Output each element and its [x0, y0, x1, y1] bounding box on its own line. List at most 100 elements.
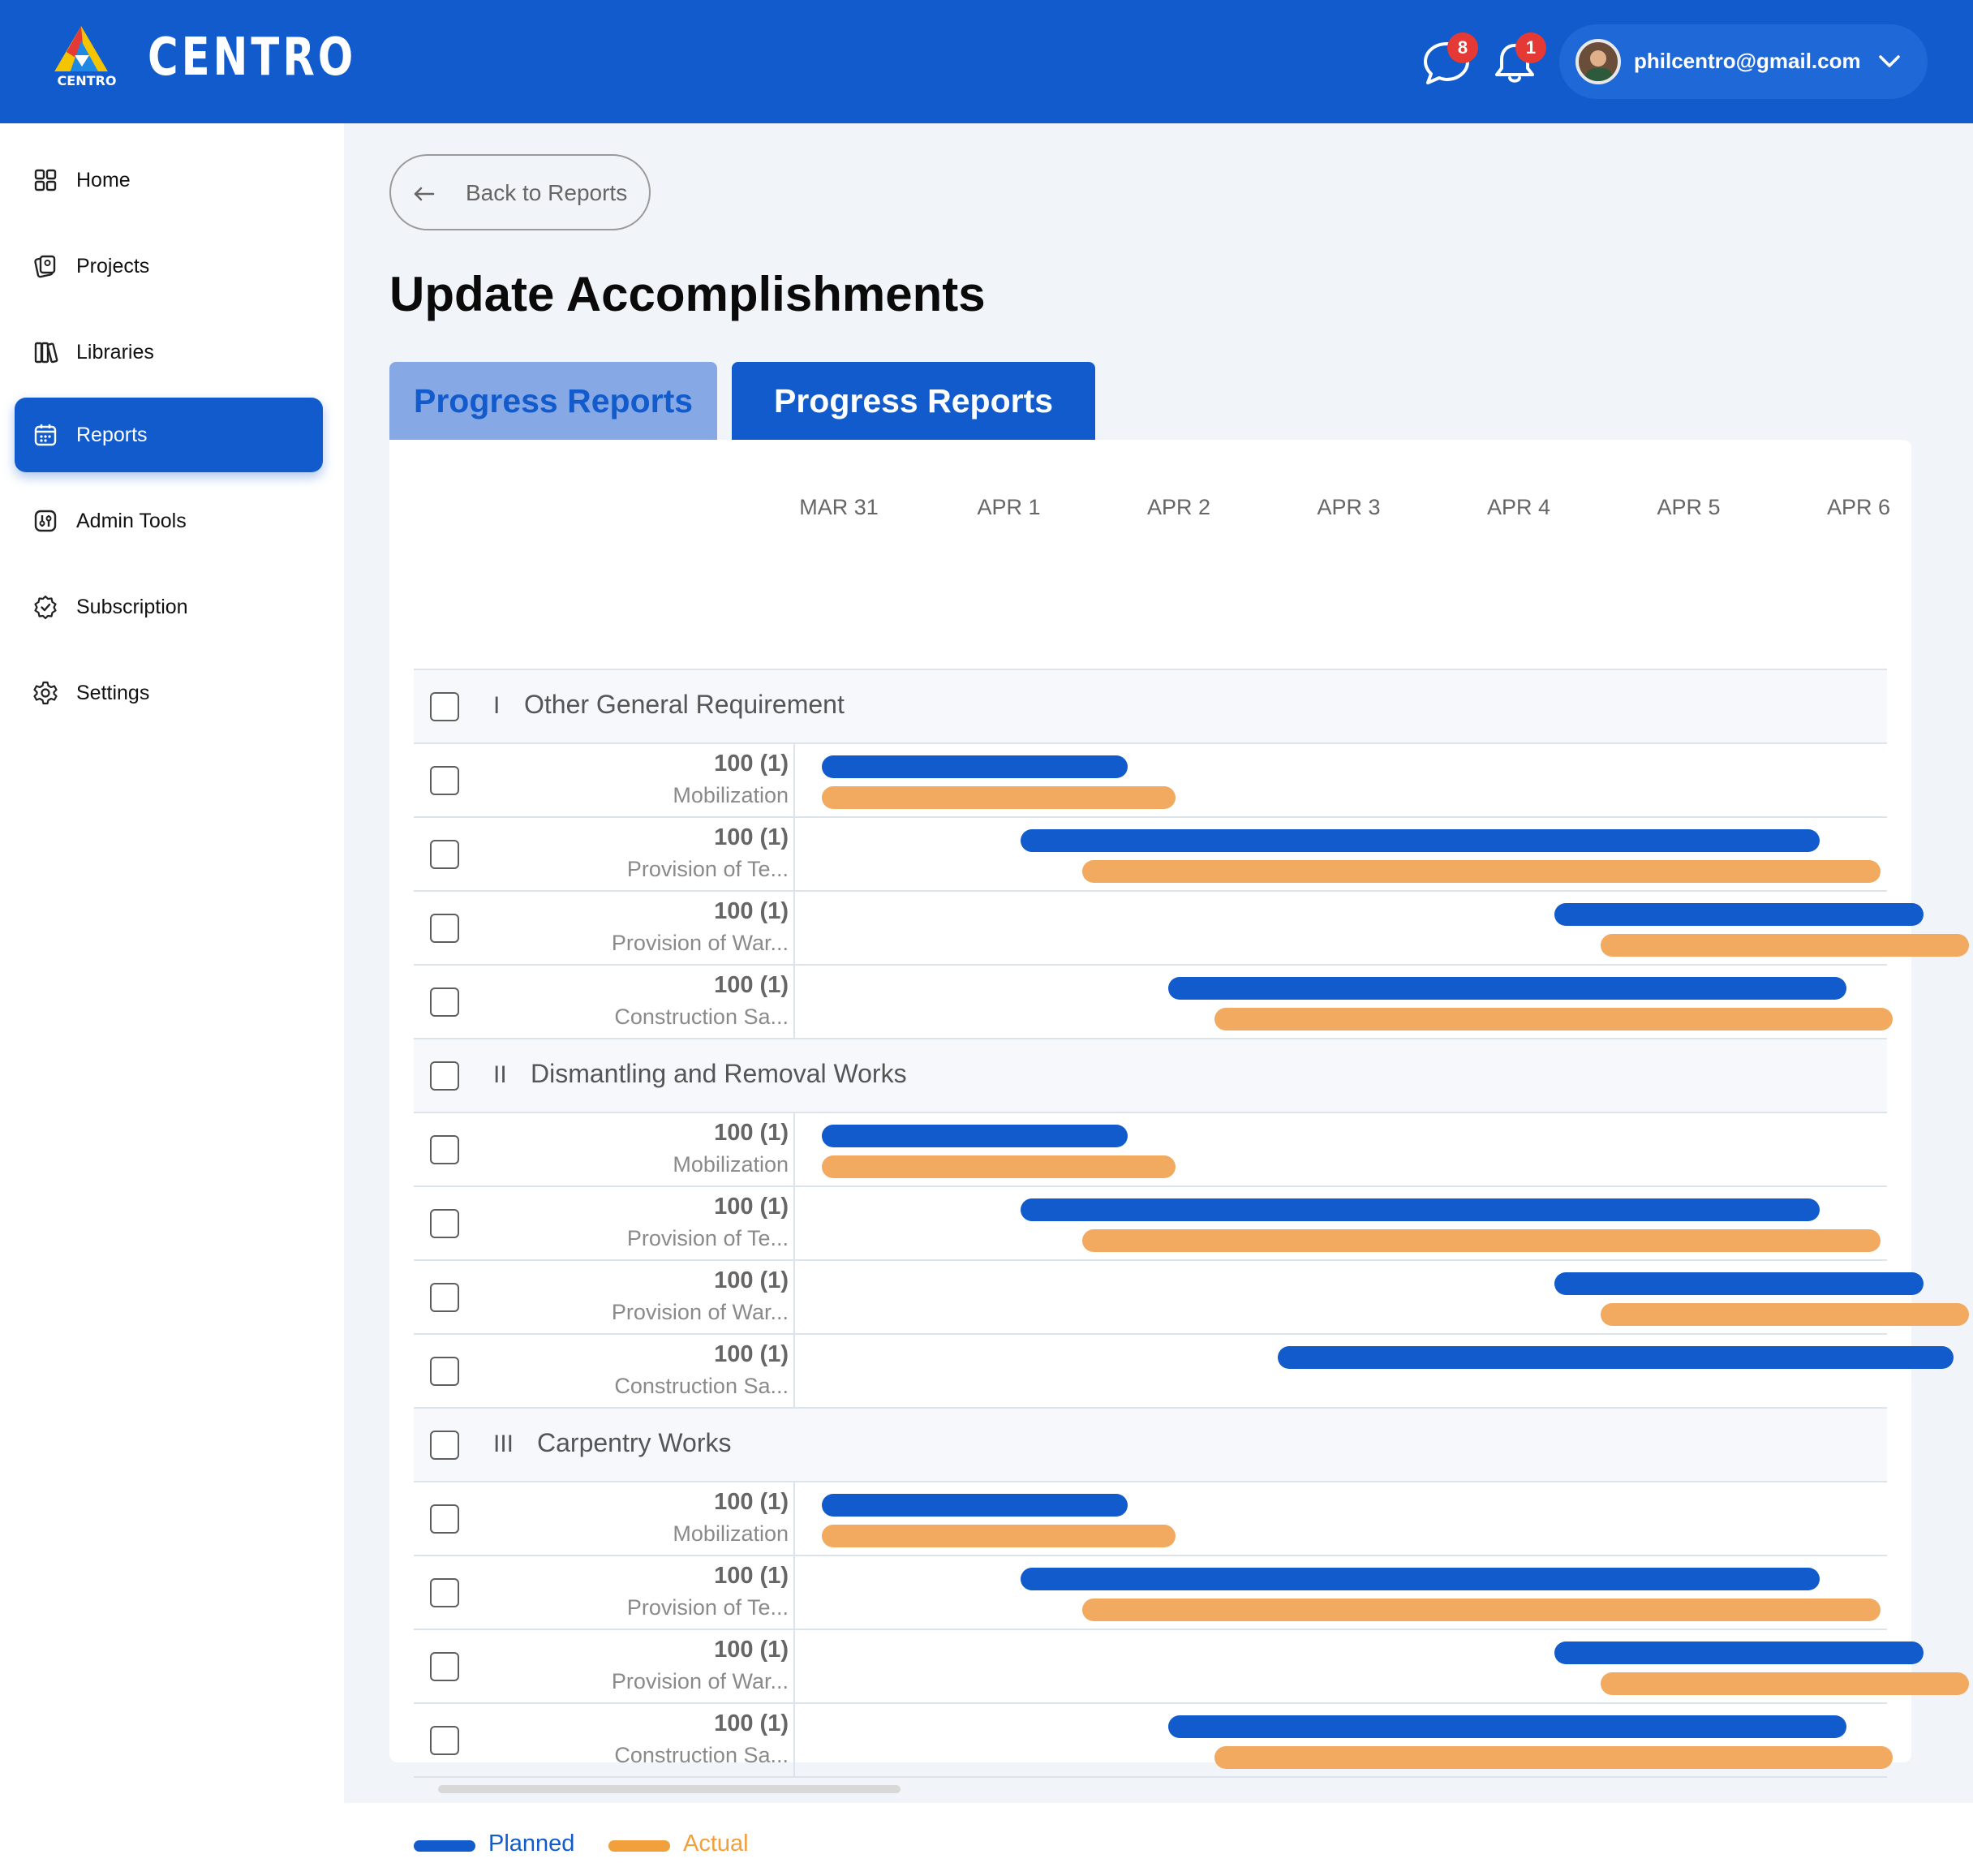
planned-bar	[1021, 829, 1820, 852]
actual-bar	[1214, 1008, 1893, 1031]
actual-bar	[1600, 934, 1970, 957]
task-column-divider	[793, 1482, 795, 1555]
centro-logo[interactable]: CENTRO	[42, 23, 131, 96]
group-checkbox[interactable]	[430, 692, 459, 721]
actual-bar	[822, 1525, 1176, 1547]
legend-actual-swatch	[608, 1840, 670, 1852]
brand-name: CENTRO	[148, 28, 357, 88]
sidebar-item-reports[interactable]: Reports	[15, 398, 323, 472]
planned-bar	[1168, 977, 1847, 1000]
actual-bar	[1600, 1303, 1970, 1326]
row-divider	[414, 1481, 1887, 1482]
task-checkbox[interactable]	[430, 1135, 459, 1164]
actual-bar	[1214, 1746, 1893, 1769]
task-value: 100 (1)	[714, 824, 789, 850]
task-name: Mobilization	[673, 1152, 789, 1177]
task-column-divider	[793, 892, 795, 964]
group-name: Carpentry Works	[537, 1428, 732, 1457]
task-value: 100 (1)	[714, 1637, 789, 1663]
chevron-down-icon	[1879, 55, 1900, 67]
avatar	[1575, 39, 1621, 84]
task-name: Provision of Te...	[626, 1595, 789, 1620]
sidebar-item-subscription[interactable]: Subscription	[15, 570, 323, 644]
task-column-divider	[793, 1187, 795, 1259]
actual-bar	[1081, 860, 1881, 883]
back-to-reports-button[interactable]: Back to Reports	[389, 154, 651, 230]
task-name: Provision of Te...	[626, 857, 789, 881]
task-checkbox[interactable]	[430, 1504, 459, 1534]
task-checkbox[interactable]	[430, 987, 459, 1017]
task-value: 100 (1)	[714, 1194, 789, 1220]
task-value: 100 (1)	[714, 1267, 789, 1293]
task-value: 100 (1)	[714, 1710, 789, 1736]
date-header: APR 6	[1826, 495, 1891, 519]
notifications-badge: 1	[1515, 32, 1546, 63]
sidebar-item-label: Settings	[76, 682, 150, 704]
actual-bar	[1600, 1672, 1970, 1695]
group-name: Other General Requirement	[524, 690, 845, 719]
sidebar-item-home[interactable]: Home	[15, 143, 323, 217]
legend-actual-label: Actual	[683, 1831, 749, 1857]
task-checkbox[interactable]	[430, 1652, 459, 1681]
task-column-divider	[793, 1630, 795, 1702]
planned-bar	[1554, 1272, 1924, 1295]
sidebar-item-libraries[interactable]: Libraries	[15, 315, 323, 389]
back-label: Back to Reports	[466, 180, 628, 205]
sidebar-item-settings[interactable]: Settings	[15, 656, 323, 730]
task-value: 100 (1)	[714, 1489, 789, 1515]
task-checkbox[interactable]	[430, 840, 459, 869]
sidebar-item-admin-tools[interactable]: Admin Tools	[15, 484, 323, 558]
task-name: Mobilization	[673, 1521, 789, 1546]
task-name: Construction Sa...	[614, 1743, 789, 1767]
tab-progress-reports[interactable]: Progress Reports	[389, 362, 717, 440]
task-checkbox[interactable]	[430, 1578, 459, 1607]
messages-button[interactable]: 8	[1418, 32, 1478, 89]
planned-bar	[1021, 1198, 1820, 1221]
sidebar-item-projects[interactable]: Projects	[15, 229, 323, 303]
date-header: APR 3	[1317, 495, 1381, 519]
group-checkbox[interactable]	[430, 1431, 459, 1460]
sidebar-item-label: Reports	[76, 424, 148, 446]
planned-bar	[822, 1125, 1128, 1147]
task-checkbox[interactable]	[430, 1209, 459, 1238]
subscription-icon	[34, 595, 57, 620]
notifications-button[interactable]: 1	[1486, 32, 1546, 89]
user-menu[interactable]: philcentro@gmail.com	[1559, 24, 1928, 99]
task-value: 100 (1)	[714, 1341, 789, 1367]
user-email: philcentro@gmail.com	[1634, 49, 1861, 73]
row-divider	[414, 742, 1887, 744]
row-divider	[414, 1333, 1887, 1335]
task-checkbox[interactable]	[430, 1357, 459, 1386]
task-checkbox[interactable]	[430, 1726, 459, 1755]
task-column-divider	[793, 1261, 795, 1333]
row-divider	[414, 816, 1887, 818]
sidebar-item-label: Subscription	[76, 596, 188, 618]
task-name: Provision of Te...	[626, 1226, 789, 1250]
group-number: III	[493, 1431, 514, 1457]
messages-badge: 8	[1447, 32, 1478, 63]
row-divider	[414, 1629, 1887, 1630]
legend-planned-swatch	[414, 1840, 475, 1852]
logo-text: CENTRO	[58, 73, 117, 88]
task-checkbox[interactable]	[430, 914, 459, 943]
libraries-icon	[34, 342, 58, 364]
task-checkbox[interactable]	[430, 1283, 459, 1312]
task-name: Provision of War...	[611, 1300, 789, 1324]
actual-bar	[822, 1155, 1176, 1178]
gantt-chart-card: Planned Actual MAR 31 APR 1 APR 2 APR 3 APR …	[389, 440, 1970, 1857]
horizontal-scrollbar[interactable]	[438, 1785, 901, 1793]
group-number: I	[493, 692, 501, 719]
task-name: Mobilization	[673, 783, 789, 807]
task-column-divider	[793, 1556, 795, 1629]
task-checkbox[interactable]	[430, 766, 459, 795]
planned-bar	[1168, 1715, 1847, 1738]
actual-bar	[1081, 1598, 1881, 1621]
group-name: Dismantling and Removal Works	[531, 1059, 907, 1088]
date-header: APR 5	[1657, 495, 1721, 519]
group-checkbox[interactable]	[430, 1061, 459, 1091]
tab-progress-reports-chart[interactable]: Progress Reports Chart	[732, 362, 1095, 497]
task-name: Construction Sa...	[614, 1374, 789, 1398]
date-header: MAR 31	[799, 495, 879, 519]
task-name: Construction Sa...	[614, 1005, 789, 1029]
task-column-divider	[793, 744, 795, 816]
